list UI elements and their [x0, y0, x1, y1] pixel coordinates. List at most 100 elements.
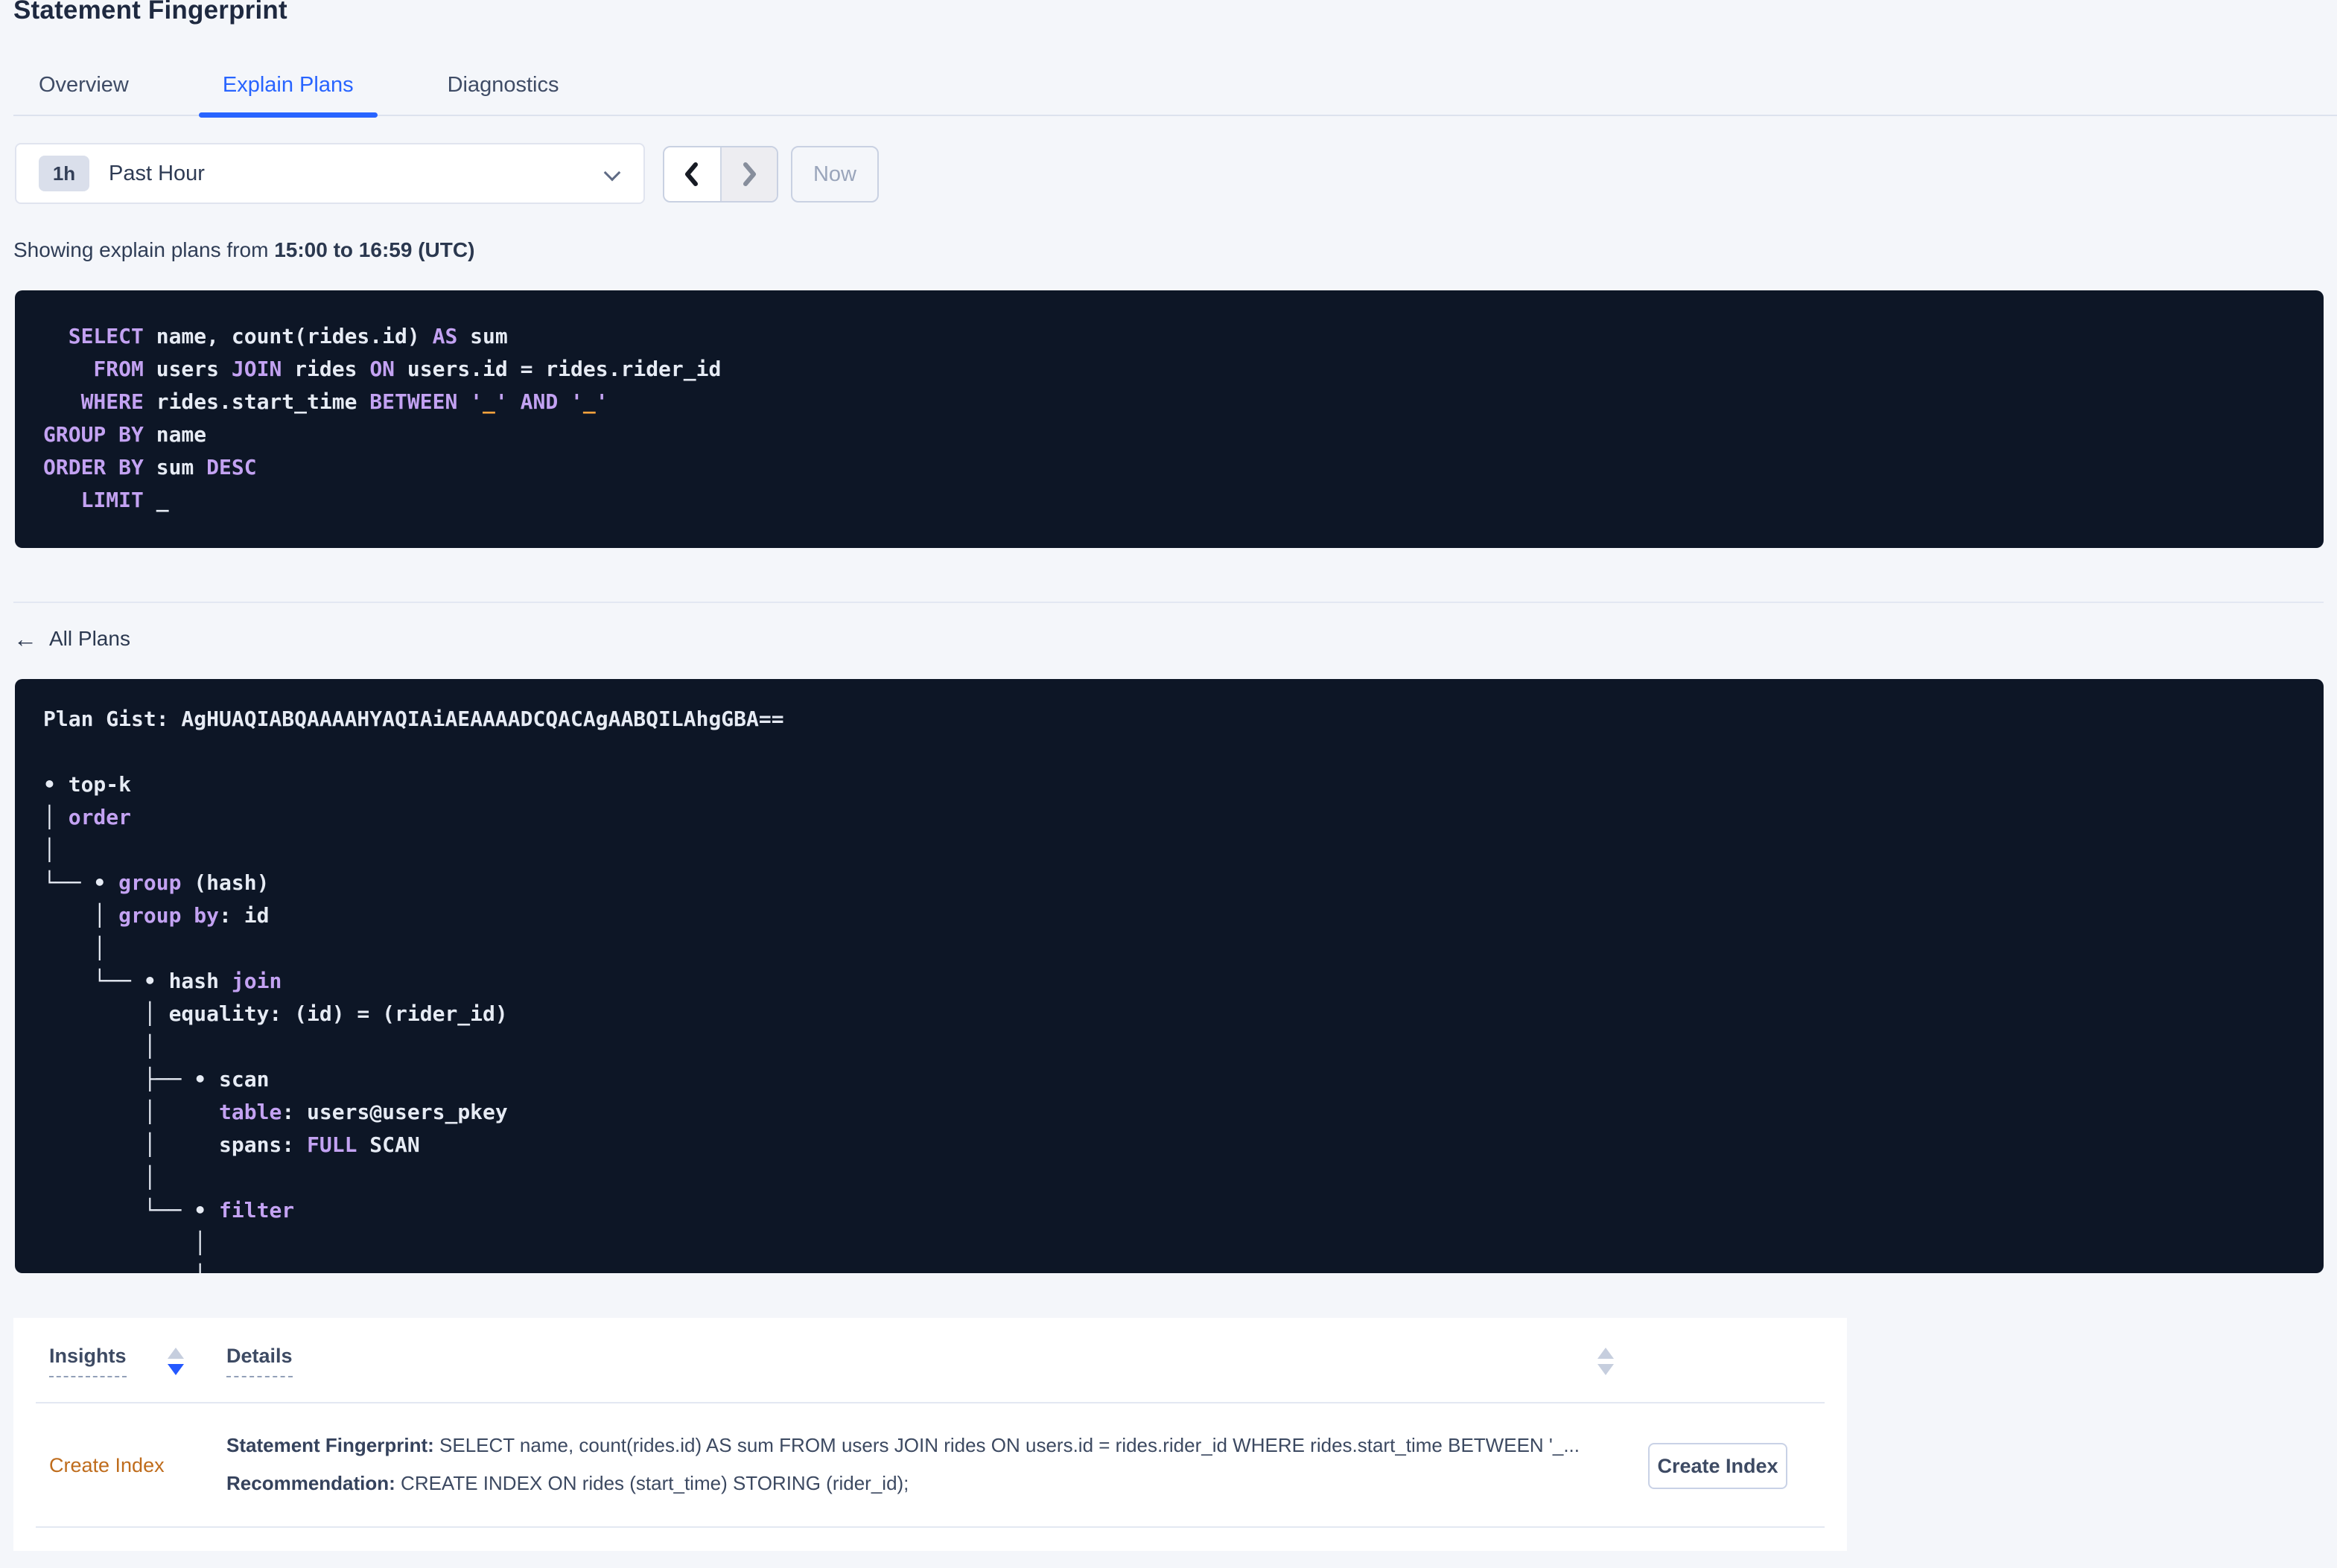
code-token: ': [470, 389, 483, 414]
code-token: users.id = rides.rider_id: [395, 357, 722, 381]
showing-range-text: Showing explain plans from 15:00 to 16:5…: [13, 238, 474, 262]
code-token: sum: [457, 324, 508, 348]
code-line: │ order: [43, 801, 2324, 834]
code-token: filter: [219, 1198, 295, 1223]
code-line: │: [43, 1030, 2324, 1063]
prev-time-button[interactable]: [664, 147, 720, 201]
time-pager: [663, 146, 778, 203]
showing-range-value: 15:00 to 16:59 (UTC): [274, 238, 475, 261]
insights-card: Insights Details Create Index Statement …: [13, 1318, 1847, 1551]
time-range-select[interactable]: 1h Past Hour: [15, 143, 645, 204]
code-token: users: [143, 357, 232, 381]
code-token: rides: [282, 357, 370, 381]
code-token: name, count(rides.id): [143, 324, 433, 348]
row-statement-fingerprint: Statement Fingerprint: SELECT name, coun…: [226, 1432, 1604, 1458]
tab-explain-plans[interactable]: Explain Plans: [198, 55, 378, 118]
table-row-divider: [36, 1526, 1825, 1528]
back-arrow-icon: ←: [13, 625, 37, 652]
code-token: GROUP BY: [43, 422, 144, 447]
code-token: DESC: [206, 455, 257, 479]
next-time-button[interactable]: [719, 147, 777, 201]
sort-asc-icon: [168, 1348, 184, 1359]
code-line: Plan Gist: AgHUAQIABQAAAAHYAQIAiAEAAAADC…: [43, 703, 2324, 736]
code-line: │ group by: id: [43, 899, 2324, 932]
code-line: │ equality: (id) = (rider_id): [43, 998, 2324, 1030]
code-token: WHERE: [43, 389, 144, 414]
code-token: _: [143, 488, 169, 512]
statement-fingerprint-label: Statement Fingerprint:: [226, 1434, 434, 1456]
chevron-left-icon: [685, 162, 699, 186]
all-plans-link[interactable]: ← All Plans: [13, 627, 130, 651]
code-token: sum: [143, 455, 207, 479]
row-recommendation: Recommendation: CREATE INDEX ON rides (s…: [226, 1470, 1604, 1496]
code-token: ON: [369, 357, 395, 381]
code-token: └── • hash: [43, 969, 232, 993]
code-token: LIMIT: [43, 488, 144, 512]
column-header-insights[interactable]: Insights: [49, 1345, 127, 1377]
sql-code-block: SELECT name, count(rides.id) AS sum FROM…: [15, 290, 2324, 548]
code-token: join: [231, 969, 282, 993]
chevron-down-icon: [603, 164, 621, 182]
code-token: Plan Gist: AgHUAQIABQAAAAHYAQIAiAEAAAADC…: [43, 707, 784, 731]
code-token: ': [495, 389, 508, 414]
code-token: SELECT: [43, 324, 144, 348]
now-button[interactable]: Now: [791, 146, 879, 203]
code-token: _: [483, 389, 495, 414]
code-token: │: [43, 936, 106, 960]
code-token: │: [43, 1263, 206, 1273]
code-token: FROM: [43, 357, 144, 381]
column-header-details[interactable]: Details: [226, 1345, 293, 1377]
code-line: │ table: users@users_pkey: [43, 1096, 2324, 1129]
all-plans-label: All Plans: [49, 627, 130, 650]
sort-desc-icon: [1597, 1364, 1614, 1375]
code-token: │: [43, 838, 56, 862]
code-token: rides.start_time: [143, 389, 370, 414]
recommendation-label: Recommendation:: [226, 1472, 395, 1494]
code-line: ├── • scan: [43, 1063, 2324, 1096]
code-line: WHERE rides.start_time BETWEEN '_' AND '…: [43, 386, 2324, 418]
code-token: group: [118, 870, 182, 895]
code-token: │: [43, 805, 69, 829]
sort-desc-icon: [168, 1364, 184, 1375]
code-token: │: [43, 1034, 156, 1059]
statement-fingerprint-page: Statement Fingerprint Overview Explain P…: [0, 0, 2337, 1568]
code-token: group by: [118, 903, 220, 928]
code-token: name: [143, 422, 207, 447]
time-range-label: Past Hour: [109, 161, 205, 185]
code-token: │: [43, 1165, 156, 1190]
sort-toggle-insights[interactable]: [168, 1348, 184, 1375]
code-line: │: [43, 1260, 2324, 1273]
showing-range-prefix: Showing explain plans from: [13, 238, 275, 261]
code-line: ORDER BY sum DESC: [43, 451, 2324, 484]
code-line: │: [43, 1161, 2324, 1194]
code-line: │ spans: FULL SCAN: [43, 1129, 2324, 1161]
code-line: GROUP BY name: [43, 418, 2324, 451]
code-line: └── • group (hash): [43, 867, 2324, 899]
code-line: │: [43, 834, 2324, 867]
time-range-badge: 1h: [39, 156, 89, 191]
sort-toggle-details[interactable]: [1597, 1348, 1614, 1375]
tab-diagnostics[interactable]: Diagnostics: [424, 55, 583, 115]
code-token: FULL: [307, 1132, 357, 1157]
code-token: _: [582, 389, 596, 414]
create-index-button[interactable]: Create Index: [1648, 1443, 1787, 1489]
code-token: AS: [432, 324, 458, 348]
code-token: order: [68, 805, 132, 829]
tab-bar: Overview Explain Plans Diagnostics: [13, 55, 2337, 118]
code-line: │: [43, 1227, 2324, 1260]
code-token: JOIN: [231, 357, 282, 381]
code-token: • top-k: [43, 772, 132, 797]
code-token: │ spans:: [43, 1132, 308, 1157]
recommendation-value: CREATE INDEX ON rides (start_time) STORI…: [395, 1472, 909, 1494]
code-token: ': [570, 389, 583, 414]
code-line: • top-k: [43, 768, 2324, 801]
code-line: └── • filter: [43, 1194, 2324, 1227]
sort-asc-icon: [1597, 1348, 1614, 1359]
tab-overview[interactable]: Overview: [15, 55, 153, 115]
code-line: └── • hash join: [43, 965, 2324, 998]
code-token: │ equality: (id) = (rider_id): [43, 1001, 508, 1026]
